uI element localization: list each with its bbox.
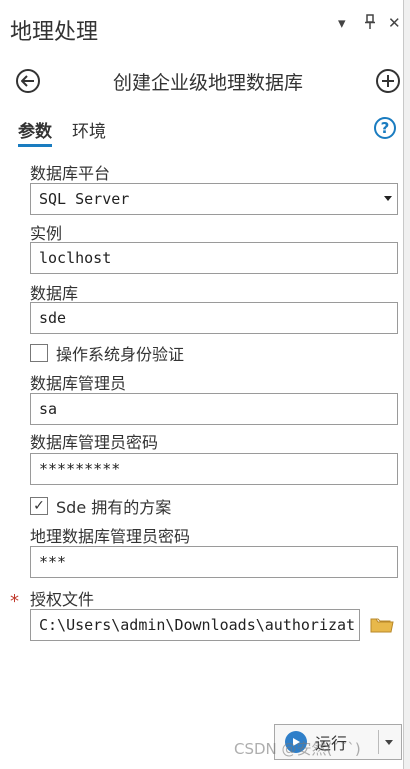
run-dropdown-icon[interactable] bbox=[385, 740, 393, 745]
sde-schema-label: Sde 拥有的方案 bbox=[56, 498, 172, 517]
checkmark-icon: ✓ bbox=[30, 497, 48, 515]
db-admin-value: sa bbox=[39, 400, 58, 418]
instance-value: loclhost bbox=[39, 249, 112, 267]
chevron-down-icon bbox=[384, 196, 392, 201]
pane-scroll-edge bbox=[404, 0, 410, 769]
pin-icon[interactable] bbox=[364, 14, 376, 34]
platform-label: 数据库平台 bbox=[30, 164, 111, 183]
database-label: 数据库 bbox=[30, 284, 79, 303]
db-admin-password-value: ********* bbox=[39, 460, 121, 478]
db-admin-label: 数据库管理员 bbox=[30, 374, 127, 393]
back-button[interactable] bbox=[16, 69, 40, 93]
instance-label: 实例 bbox=[30, 224, 63, 243]
add-button[interactable] bbox=[376, 69, 400, 93]
close-icon[interactable]: ✕ bbox=[388, 14, 401, 32]
pin-glyph bbox=[365, 14, 375, 29]
os-auth-checkbox[interactable]: 操作系统身份验证 bbox=[30, 342, 184, 364]
geoprocessing-pane: 地理处理 ▾ ✕ 创建企业级地理数据库 参数 环境 ? 数据库平台 SQL Se… bbox=[0, 0, 404, 769]
tool-tabs: 参数 环境 ? bbox=[0, 110, 404, 150]
platform-select[interactable]: SQL Server bbox=[30, 183, 398, 215]
help-icon[interactable]: ? bbox=[374, 117, 396, 139]
gdb-admin-password-input[interactable]: *** bbox=[30, 546, 398, 578]
database-input[interactable]: sde bbox=[30, 302, 398, 334]
gdb-admin-password-label: 地理数据库管理员密码 bbox=[30, 527, 191, 546]
authorization-file-value: C:\Users\admin\Downloads\authorizat bbox=[39, 616, 356, 634]
tool-title: 创建企业级地理数据库 bbox=[112, 72, 303, 94]
pane-menu-icon[interactable]: ▾ bbox=[338, 14, 346, 32]
os-auth-checkbox-box bbox=[30, 344, 48, 362]
os-auth-label: 操作系统身份验证 bbox=[56, 345, 185, 364]
pane-title-bar: 地理处理 ▾ ✕ bbox=[0, 0, 404, 56]
database-value: sde bbox=[39, 309, 67, 327]
db-admin-password-label: 数据库管理员密码 bbox=[30, 433, 159, 452]
tool-header: 创建企业级地理数据库 bbox=[0, 56, 404, 106]
gdb-admin-password-value: *** bbox=[39, 553, 67, 571]
folder-glyph bbox=[370, 618, 394, 633]
folder-icon[interactable] bbox=[370, 616, 394, 634]
authorization-file-input[interactable]: C:\Users\admin\Downloads\authorizat bbox=[30, 609, 360, 641]
db-admin-password-input[interactable]: ********* bbox=[30, 453, 398, 485]
platform-value: SQL Server bbox=[39, 190, 130, 208]
watermark: CSDN @安然(´˘`) bbox=[234, 740, 361, 758]
authorization-file-label: 授权文件 bbox=[30, 590, 95, 609]
instance-input[interactable]: loclhost bbox=[30, 242, 398, 274]
pane-title: 地理处理 bbox=[10, 20, 99, 45]
arrow-left-icon bbox=[21, 75, 34, 87]
plus-icon bbox=[382, 75, 394, 87]
tab-environments[interactable]: 环境 bbox=[72, 117, 106, 142]
required-icon: * bbox=[10, 591, 19, 612]
tab-parameters[interactable]: 参数 bbox=[18, 117, 52, 147]
run-divider bbox=[378, 730, 379, 754]
db-admin-input[interactable]: sa bbox=[30, 393, 398, 425]
sde-schema-checkbox[interactable]: ✓ Sde 拥有的方案 bbox=[30, 495, 171, 517]
